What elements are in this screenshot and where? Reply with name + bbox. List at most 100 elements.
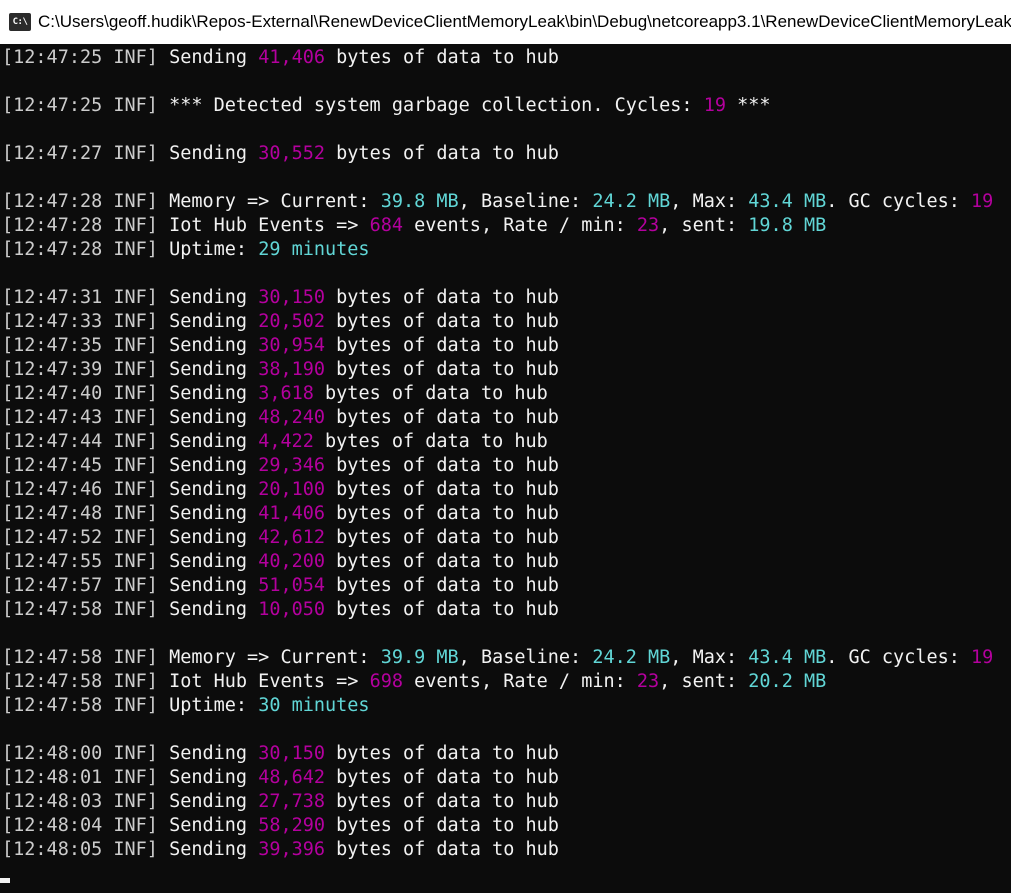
log-text: bytes of data to hub	[325, 839, 559, 860]
log-timestamp: [12:47:55 INF]	[2, 551, 158, 572]
byte-count: 41,406	[258, 503, 326, 524]
log-timestamp: [12:47:28 INF]	[2, 215, 158, 236]
log-timestamp: [12:48:01 INF]	[2, 767, 158, 788]
log-timestamp: [12:48:04 INF]	[2, 815, 158, 836]
log-line-send: [12:48:00 INF] Sending 30,150 bytes of d…	[2, 742, 1011, 766]
log-line-hub: [12:47:58 INF] Iot Hub Events => 698 eve…	[2, 670, 1011, 694]
console-app-icon: C:\	[9, 13, 31, 31]
byte-count: 30,552	[258, 143, 326, 164]
gc-cycle-count: 19	[971, 191, 994, 212]
log-line-send: [12:47:46 INF] Sending 20,100 bytes of d…	[2, 478, 1011, 502]
byte-count: 3,618	[258, 383, 314, 404]
log-text: Sending	[157, 335, 259, 356]
title-bar[interactable]: C:\ C:\Users\geoff.hudik\Repos-External\…	[0, 0, 1011, 44]
byte-count: 30,150	[258, 287, 326, 308]
log-text: bytes of data to hub	[325, 767, 559, 788]
byte-count: 39,396	[258, 839, 326, 860]
log-line-send: [12:47:25 INF] Sending 41,406 bytes of d…	[2, 46, 1011, 70]
log-line-send: [12:48:04 INF] Sending 58,290 bytes of d…	[2, 814, 1011, 838]
log-text: Sending	[157, 47, 259, 68]
log-text: bytes of data to hub	[325, 455, 559, 476]
log-text: Sending	[157, 143, 259, 164]
log-text: , Baseline:	[458, 647, 593, 668]
event-count: 698	[369, 671, 403, 692]
log-timestamp: [12:47:28 INF]	[2, 191, 158, 212]
console-window[interactable]: C:\ C:\Users\geoff.hudik\Repos-External\…	[0, 0, 1011, 893]
log-timestamp: [12:47:40 INF]	[2, 383, 158, 404]
log-timestamp: [12:47:58 INF]	[2, 695, 158, 716]
byte-count: 4,422	[258, 431, 314, 452]
log-text: Sending	[157, 407, 259, 428]
log-timestamp: [12:48:03 INF]	[2, 791, 158, 812]
byte-count: 51,054	[258, 575, 326, 596]
byte-count: 30,954	[258, 335, 326, 356]
log-line-send: [12:48:01 INF] Sending 48,642 bytes of d…	[2, 766, 1011, 790]
log-text: Sending	[157, 791, 259, 812]
log-text: bytes of data to hub	[325, 815, 559, 836]
uptime-value: 29 minutes	[258, 239, 370, 260]
memory-max: 43.4 MB	[748, 191, 827, 212]
log-line-send: [12:47:44 INF] Sending 4,422 bytes of da…	[2, 430, 1011, 454]
log-text: bytes of data to hub	[325, 791, 559, 812]
event-count: 684	[369, 215, 403, 236]
memory-max: 43.4 MB	[748, 647, 827, 668]
log-text: bytes of data to hub	[325, 47, 559, 68]
log-line-send: [12:47:40 INF] Sending 3,618 bytes of da…	[2, 382, 1011, 406]
window-title: C:\Users\geoff.hudik\Repos-External\Rene…	[38, 12, 1011, 31]
log-text: bytes of data to hub	[325, 407, 559, 428]
log-text: Sending	[157, 455, 259, 476]
log-line-send: [12:48:05 INF] Sending 39,396 bytes of d…	[2, 838, 1011, 862]
log-text: Sending	[157, 503, 259, 524]
log-timestamp: [12:47:25 INF]	[2, 47, 158, 68]
log-text: , sent:	[659, 671, 749, 692]
log-text: Uptime:	[157, 695, 259, 716]
log-timestamp: [12:47:58 INF]	[2, 671, 158, 692]
log-text: Memory => Current:	[157, 647, 381, 668]
log-line-send: [12:47:33 INF] Sending 20,502 bytes of d…	[2, 310, 1011, 334]
log-text: Iot Hub Events =>	[157, 215, 370, 236]
log-line-memory: [12:47:58 INF] Memory => Current: 39.9 M…	[2, 646, 1011, 670]
log-text: Sending	[157, 431, 259, 452]
log-line-uptime: [12:47:28 INF] Uptime: 29 minutes	[2, 238, 1011, 262]
log-text: bytes of data to hub	[325, 551, 559, 572]
log-text: Sending	[157, 479, 259, 500]
log-text: bytes of data to hub	[325, 599, 559, 620]
log-text: Uptime:	[157, 239, 259, 260]
log-text: events, Rate / min:	[402, 215, 637, 236]
log-text: , sent:	[659, 215, 749, 236]
log-text: . GC cycles:	[826, 647, 972, 668]
log-line-send: [12:47:45 INF] Sending 29,346 bytes of d…	[2, 454, 1011, 478]
byte-count: 42,612	[258, 527, 326, 548]
sent-size: 20.2 MB	[748, 671, 827, 692]
event-rate: 23	[636, 671, 660, 692]
log-text: , Baseline:	[458, 191, 593, 212]
log-text: bytes of data to hub	[325, 359, 559, 380]
gc-cycle-count: 19	[703, 95, 726, 116]
log-text: bytes of data to hub	[313, 431, 548, 452]
byte-count: 20,502	[258, 311, 326, 332]
log-text: Sending	[157, 359, 259, 380]
memory-current: 39.8 MB	[380, 191, 459, 212]
log-text: bytes of data to hub	[325, 311, 559, 332]
log-text: events, Rate / min:	[402, 671, 637, 692]
byte-count: 40,200	[258, 551, 326, 572]
log-text: Sending	[157, 767, 259, 788]
log-line-send: [12:47:31 INF] Sending 30,150 bytes of d…	[2, 286, 1011, 310]
log-text: ***	[725, 95, 771, 116]
log-line-send: [12:47:55 INF] Sending 40,200 bytes of d…	[2, 550, 1011, 574]
log-text: Sending	[157, 287, 259, 308]
log-text: Sending	[157, 383, 259, 404]
log-timestamp: [12:47:46 INF]	[2, 479, 158, 500]
log-timestamp: [12:47:57 INF]	[2, 575, 158, 596]
log-line-send: [12:48:03 INF] Sending 27,738 bytes of d…	[2, 790, 1011, 814]
gc-cycle-count: 19	[971, 647, 994, 668]
console-output[interactable]: [12:47:25 INF] Sending 41,406 bytes of d…	[2, 46, 1011, 893]
log-timestamp: [12:47:58 INF]	[2, 647, 158, 668]
byte-count: 30,150	[258, 743, 326, 764]
log-text: Sending	[157, 599, 259, 620]
byte-count: 41,406	[258, 47, 326, 68]
log-text: Sending	[157, 527, 259, 548]
log-text: bytes of data to hub	[325, 503, 559, 524]
